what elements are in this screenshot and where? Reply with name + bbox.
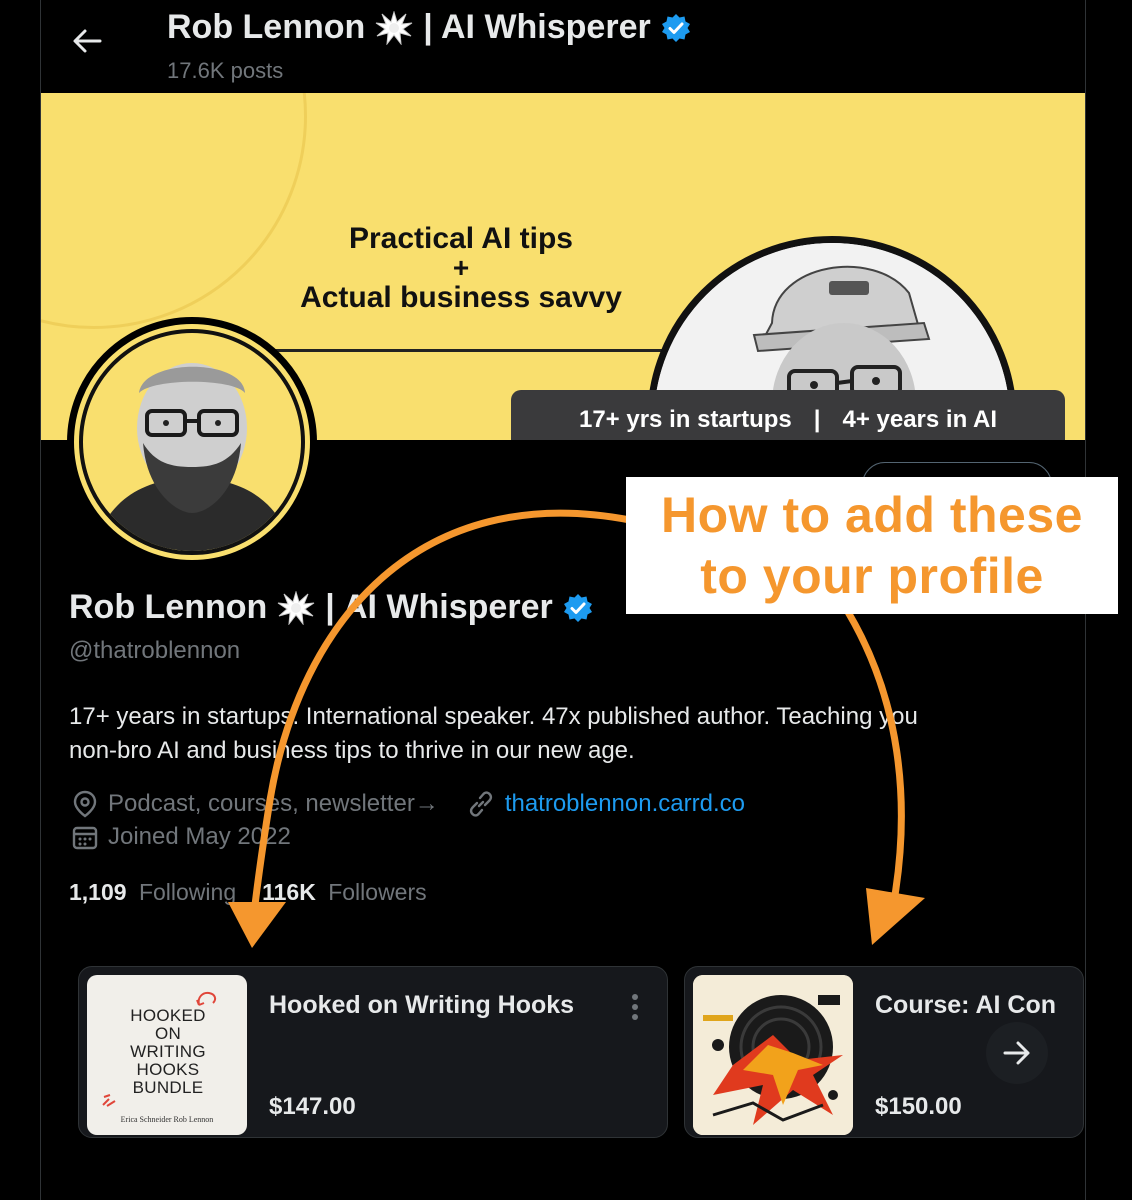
profile-name: Rob Lennon | AI Whisperer xyxy=(69,588,593,627)
verified-badge-icon xyxy=(661,13,691,43)
profile-handle: @thatroblennon xyxy=(69,637,241,664)
annotation-arrowhead-right xyxy=(866,888,925,945)
location-icon xyxy=(73,790,97,818)
annotation-line-1: How to add these xyxy=(661,487,1083,543)
burst-emoji-icon xyxy=(278,590,315,625)
profile-website-link[interactable]: thatroblennon.carrd.co xyxy=(505,790,745,818)
annotation-arrowhead-left xyxy=(228,902,286,948)
more-icon[interactable] xyxy=(625,993,645,1021)
back-arrow-icon xyxy=(73,29,102,53)
product-cover-hooked: HOOKED ON WRITING HOOKS BUNDLE Erica Sch… xyxy=(87,975,247,1135)
arrow-right-icon xyxy=(1003,1041,1030,1065)
banner-stat-1: 17+ yrs in startups xyxy=(578,406,792,433)
banner-stat-separator: | xyxy=(813,406,821,433)
link-icon xyxy=(469,791,492,817)
hook-doodle-icon xyxy=(196,991,217,1006)
annotation-callout: How to add these to your profile xyxy=(626,477,1118,614)
posts-count: 17.6K posts xyxy=(167,58,284,83)
following-link[interactable]: 1,109 Following xyxy=(69,879,236,906)
followers-count: 116K xyxy=(262,879,316,905)
banner-arrow-line xyxy=(266,349,706,352)
following-count: 1,109 xyxy=(69,879,127,905)
profile-location: Podcast, courses, newsletter→ xyxy=(108,790,439,817)
header-name-suffix: | AI Whisperer xyxy=(423,8,651,46)
banner-stats: 17+ yrs in startups | 4+ years in AI xyxy=(511,390,1065,440)
avatar-photo xyxy=(79,329,305,555)
profile-name-text: Rob Lennon xyxy=(69,588,268,626)
product-price: $147.00 xyxy=(269,1093,356,1120)
profile-bio: 17+ years in startups. International spe… xyxy=(69,700,1049,768)
product-price: $150.00 xyxy=(875,1093,962,1120)
product-cover-ai-course xyxy=(693,975,853,1135)
follow-stats: 1,109 Following 116K Followers xyxy=(69,879,427,906)
product-card[interactable]: HOOKED ON WRITING HOOKS BUNDLE Erica Sch… xyxy=(78,966,668,1138)
following-label: Following xyxy=(138,879,237,905)
burst-emoji-icon xyxy=(376,10,413,45)
profile-name-suffix: | AI Whisperer xyxy=(325,588,553,626)
banner-headline-2: Actual business savvy xyxy=(300,281,622,314)
annotation-text: How to add these to your profile xyxy=(626,485,1118,607)
profile-meta-row: Podcast, courses, newsletter→ thatroblen… xyxy=(72,790,745,818)
bio-line-1: 17+ years in startups. International spe… xyxy=(69,703,918,730)
banner-headline: Practical AI tips + Actual business savv… xyxy=(241,221,681,317)
product-title: Hooked on Writing Hooks xyxy=(269,991,575,1019)
avatar[interactable] xyxy=(67,317,317,567)
bio-line-2: non-bro AI and business tips to thrive i… xyxy=(69,737,635,764)
product-title: Course: AI Con xyxy=(875,991,1057,1019)
verified-badge-icon[interactable] xyxy=(563,593,593,623)
banner-headline-plus: + xyxy=(452,252,470,283)
header-title: Rob Lennon | AI Whisperer xyxy=(167,8,691,47)
carousel-next-button[interactable] xyxy=(986,1022,1048,1084)
profile-joined-row: Joined May 2022 xyxy=(72,823,291,851)
banner-stat-2: 4+ years in AI xyxy=(842,406,998,433)
back-button[interactable] xyxy=(60,14,114,68)
product-cover-authors: Erica Schneider Rob Lennon xyxy=(120,1115,214,1124)
annotation-line-2: to your profile xyxy=(700,548,1044,604)
spark-doodle-icon xyxy=(102,1094,116,1107)
abstract-art-illustration xyxy=(693,975,853,1135)
profile-joined: Joined May 2022 xyxy=(108,823,291,850)
followers-label: Followers xyxy=(328,879,427,905)
avatar-illustration xyxy=(93,363,293,551)
followers-link[interactable]: 116K Followers xyxy=(262,879,427,906)
calendar-icon xyxy=(72,826,98,850)
header-name: Rob Lennon xyxy=(167,8,366,46)
product-cover-title: HOOKED ON WRITING HOOKS BUNDLE xyxy=(130,1006,206,1097)
